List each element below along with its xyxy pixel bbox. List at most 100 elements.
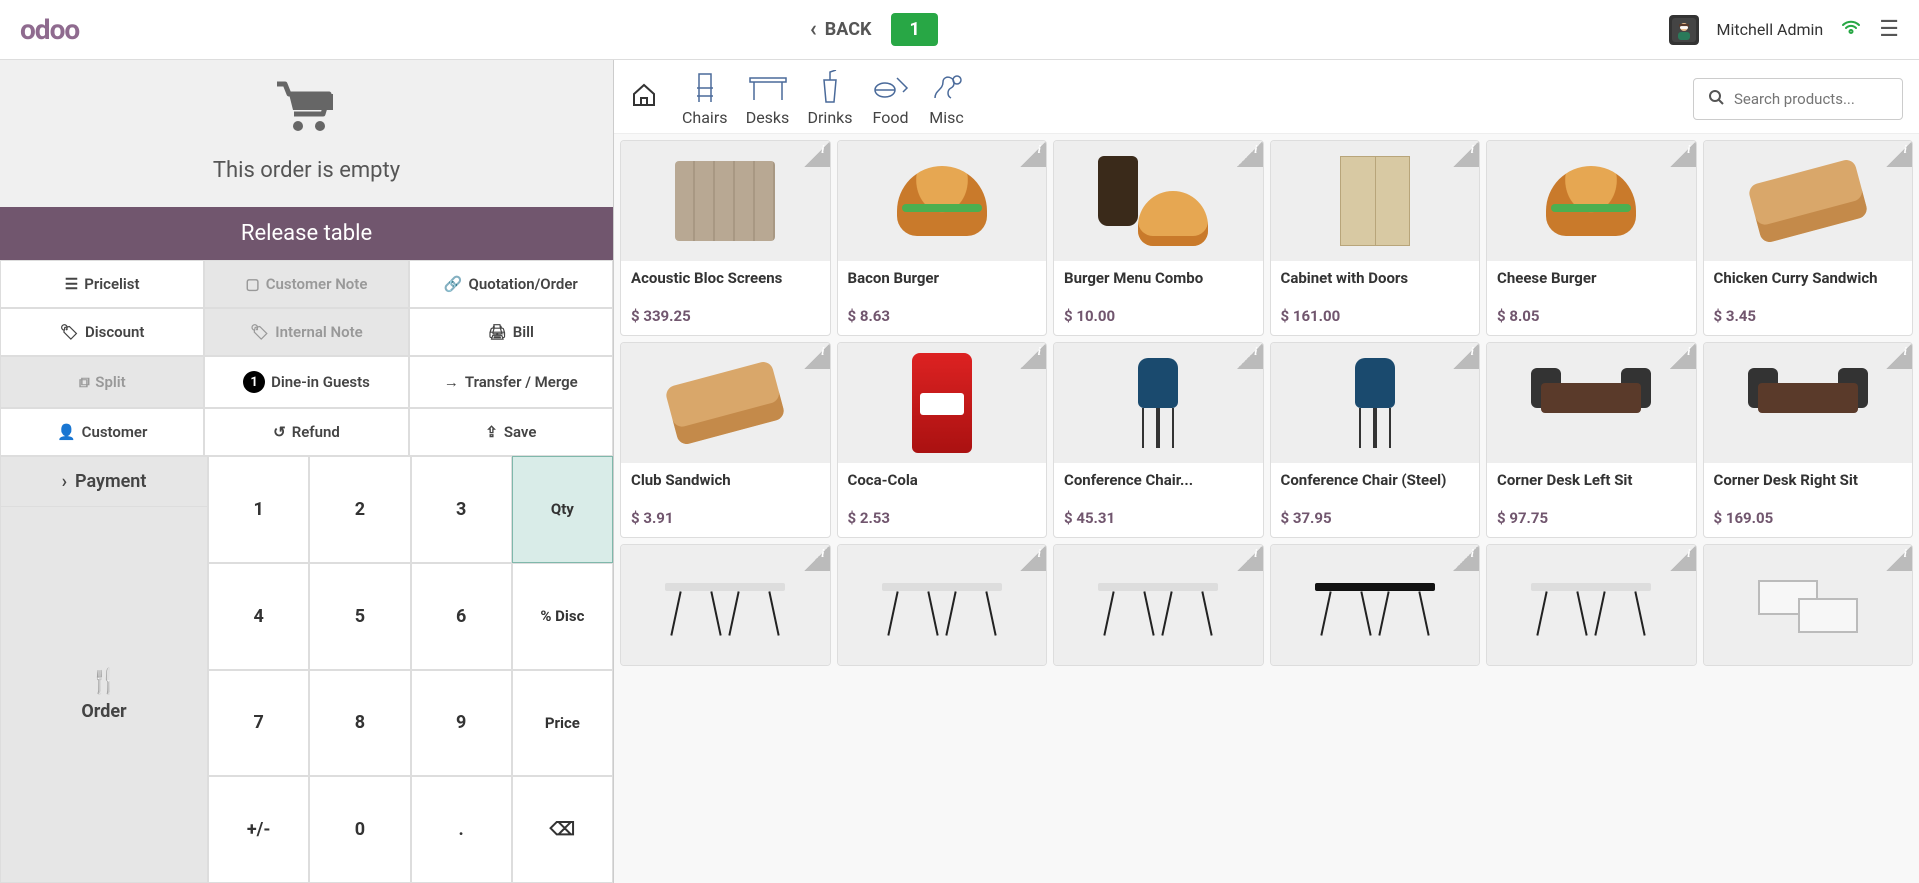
note-icon: ▢ bbox=[246, 275, 260, 293]
bill-button[interactable]: 🖨Bill bbox=[409, 308, 613, 356]
key-sign[interactable]: +/- bbox=[208, 776, 309, 883]
info-icon[interactable] bbox=[804, 343, 830, 369]
product-card[interactable]: Coca-Cola$ 2.53 bbox=[837, 342, 1048, 538]
key-1[interactable]: 1 bbox=[208, 456, 309, 563]
product-name: Conference Chair... bbox=[1054, 463, 1263, 509]
info-icon[interactable] bbox=[804, 545, 830, 571]
save-button[interactable]: ⇪Save bbox=[409, 408, 613, 456]
info-icon[interactable] bbox=[1020, 141, 1046, 167]
info-icon[interactable] bbox=[1886, 141, 1912, 167]
key-8[interactable]: 8 bbox=[309, 670, 410, 777]
product-card[interactable]: Club Sandwich$ 3.91 bbox=[620, 342, 831, 538]
product-card[interactable]: Acoustic Bloc Screens$ 339.25 bbox=[620, 140, 831, 336]
product-card[interactable] bbox=[1053, 544, 1264, 666]
refund-button[interactable]: ↺Refund bbox=[204, 408, 408, 456]
username[interactable]: Mitchell Admin bbox=[1717, 20, 1824, 39]
product-card[interactable]: Conference Chair (Steel)$ 37.95 bbox=[1270, 342, 1481, 538]
back-button[interactable]: ‹ BACK bbox=[810, 17, 872, 42]
product-card[interactable] bbox=[1486, 544, 1697, 666]
key-backspace[interactable]: ⌫ bbox=[512, 776, 613, 883]
products-grid: Acoustic Bloc Screens$ 339.25Bacon Burge… bbox=[614, 134, 1919, 883]
info-icon[interactable] bbox=[804, 141, 830, 167]
product-card[interactable]: Conference Chair...$ 45.31 bbox=[1053, 342, 1264, 538]
info-icon[interactable] bbox=[1453, 141, 1479, 167]
info-icon[interactable] bbox=[1453, 545, 1479, 571]
product-card[interactable] bbox=[1270, 544, 1481, 666]
product-card[interactable]: Burger Menu Combo$ 10.00 bbox=[1053, 140, 1264, 336]
product-image bbox=[838, 141, 1047, 261]
order-button[interactable]: 🍴Order bbox=[0, 506, 208, 883]
search-icon bbox=[1708, 89, 1724, 109]
avatar[interactable] bbox=[1669, 15, 1699, 45]
home-icon[interactable] bbox=[630, 82, 658, 115]
key-2[interactable]: 2 bbox=[309, 456, 410, 563]
guests-button[interactable]: 1Dine-in Guests bbox=[204, 356, 408, 408]
wifi-icon bbox=[1841, 19, 1861, 40]
category-food[interactable]: Food bbox=[871, 70, 911, 127]
info-icon[interactable] bbox=[1886, 343, 1912, 369]
category-chairs[interactable]: Chairs bbox=[682, 70, 728, 127]
product-card[interactable] bbox=[620, 544, 831, 666]
customer-button[interactable]: 👤Customer bbox=[0, 408, 204, 456]
product-card[interactable] bbox=[1703, 544, 1914, 666]
category-label: Misc bbox=[929, 108, 964, 127]
category-drinks[interactable]: Drinks bbox=[808, 70, 853, 127]
product-image bbox=[1704, 343, 1913, 463]
product-card[interactable]: Cheese Burger$ 8.05 bbox=[1486, 140, 1697, 336]
info-icon[interactable] bbox=[1670, 545, 1696, 571]
search-box[interactable] bbox=[1693, 78, 1903, 120]
pricelist-button[interactable]: ☰Pricelist bbox=[0, 260, 204, 308]
cutlery-icon: 🍴 bbox=[89, 667, 119, 695]
key-disc[interactable]: % Disc bbox=[512, 563, 613, 670]
key-7[interactable]: 7 bbox=[208, 670, 309, 777]
payment-button[interactable]: ›Payment bbox=[0, 456, 208, 506]
release-table-button[interactable]: Release table bbox=[0, 207, 613, 260]
customer-note-button[interactable]: ▢Customer Note bbox=[204, 260, 408, 308]
product-image bbox=[1054, 343, 1263, 463]
product-image bbox=[621, 545, 830, 665]
key-9[interactable]: 9 bbox=[411, 670, 512, 777]
product-name: Club Sandwich bbox=[621, 463, 830, 509]
key-3[interactable]: 3 bbox=[411, 456, 512, 563]
info-icon[interactable] bbox=[1237, 545, 1263, 571]
info-icon[interactable] bbox=[1670, 141, 1696, 167]
product-image bbox=[1054, 141, 1263, 261]
table-badge[interactable]: 1 bbox=[891, 13, 937, 46]
cart-icon bbox=[0, 76, 613, 150]
info-icon[interactable] bbox=[1237, 343, 1263, 369]
product-card[interactable]: Cabinet with Doors$ 161.00 bbox=[1270, 140, 1481, 336]
product-image bbox=[1487, 343, 1696, 463]
discount-button[interactable]: 🏷Discount bbox=[0, 308, 204, 356]
back-label: BACK bbox=[825, 19, 872, 40]
search-input[interactable] bbox=[1734, 90, 1888, 108]
key-5[interactable]: 5 bbox=[309, 563, 410, 670]
product-card[interactable]: Bacon Burger$ 8.63 bbox=[837, 140, 1048, 336]
product-card[interactable]: Corner Desk Left Sit$ 97.75 bbox=[1486, 342, 1697, 538]
key-dot[interactable]: . bbox=[411, 776, 512, 883]
info-icon[interactable] bbox=[1453, 343, 1479, 369]
product-price: $ 2.53 bbox=[838, 509, 1047, 537]
product-price: $ 339.25 bbox=[621, 307, 830, 335]
info-icon[interactable] bbox=[1020, 545, 1046, 571]
internal-note-button[interactable]: 🏷Internal Note bbox=[204, 308, 408, 356]
product-card[interactable] bbox=[837, 544, 1048, 666]
key-4[interactable]: 4 bbox=[208, 563, 309, 670]
info-icon[interactable] bbox=[1886, 545, 1912, 571]
product-card[interactable]: Corner Desk Right Sit$ 169.05 bbox=[1703, 342, 1914, 538]
quotation-button[interactable]: 🔗Quotation/Order bbox=[409, 260, 613, 308]
category-desks[interactable]: Desks bbox=[746, 70, 790, 127]
key-6[interactable]: 6 bbox=[411, 563, 512, 670]
info-icon[interactable] bbox=[1670, 343, 1696, 369]
product-name: Chicken Curry Sandwich bbox=[1704, 261, 1913, 307]
transfer-button[interactable]: →Transfer / Merge bbox=[409, 356, 613, 408]
info-icon[interactable] bbox=[1020, 343, 1046, 369]
product-card[interactable]: Chicken Curry Sandwich$ 3.45 bbox=[1703, 140, 1914, 336]
key-price[interactable]: Price bbox=[512, 670, 613, 777]
category-misc[interactable]: Misc bbox=[929, 70, 965, 127]
hamburger-icon[interactable]: ☰ bbox=[1879, 17, 1899, 42]
split-button[interactable]: ⧉Split bbox=[0, 356, 204, 408]
key-qty[interactable]: Qty bbox=[512, 456, 613, 563]
product-name: Corner Desk Left Sit bbox=[1487, 463, 1696, 509]
key-0[interactable]: 0 bbox=[309, 776, 410, 883]
info-icon[interactable] bbox=[1237, 141, 1263, 167]
